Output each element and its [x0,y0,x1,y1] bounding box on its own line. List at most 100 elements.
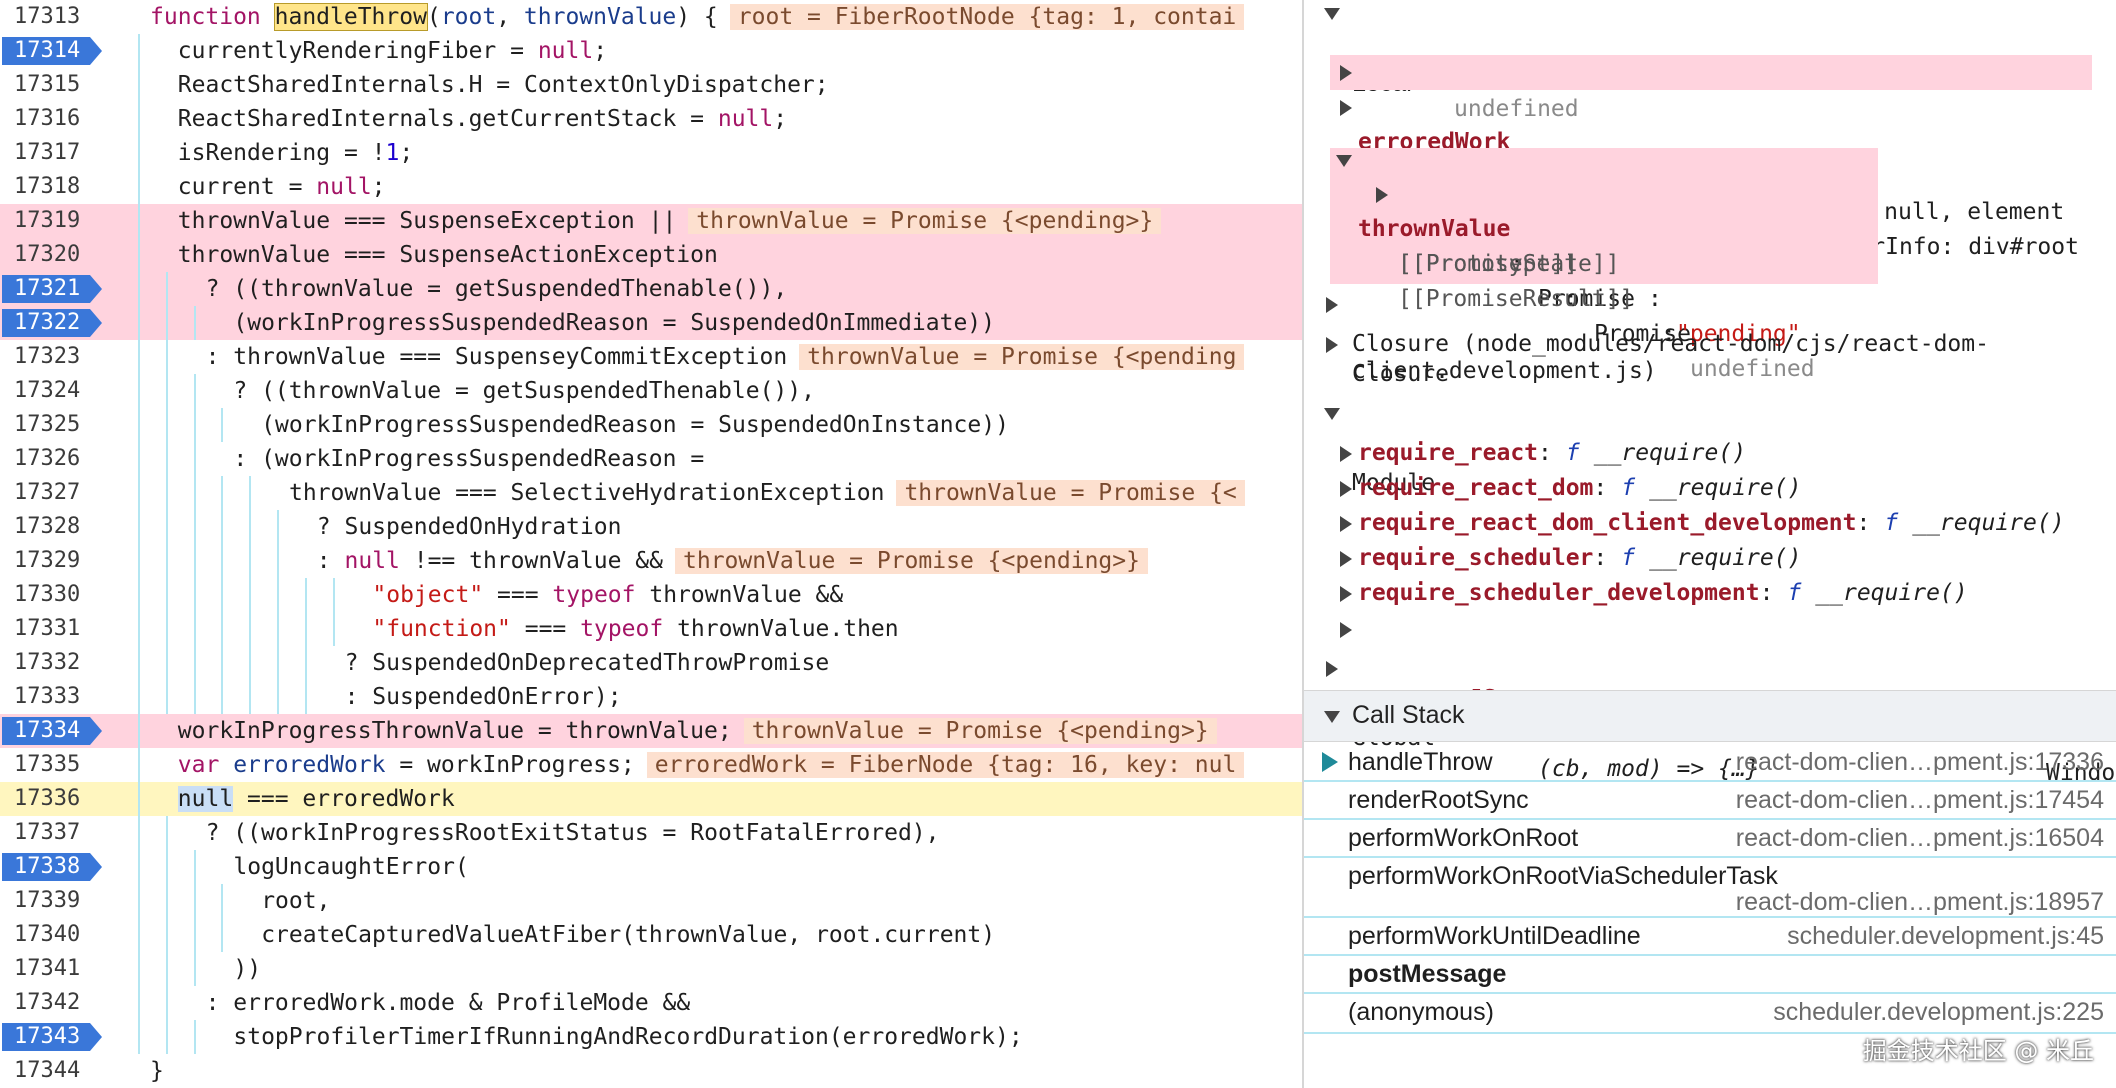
callstack-frame[interactable]: performWorkOnRootViaSchedulerTask react-d… [1304,858,2116,918]
line-gutter[interactable]: 17342 [0,986,108,1020]
code-token: null [537,38,594,64]
line-gutter[interactable]: 17313 [0,0,108,34]
scope-root-row[interactable]: root : FiberRootNode {tag: 1, containerI… [1304,90,2116,260]
indent-guide [138,170,140,204]
line-gutter[interactable]: 17314 [0,34,108,68]
code-line[interactable]: 17315 ReactSharedInternals.H = ContextOnl… [0,68,1302,102]
code-line[interactable]: 17328 ? SuspendedOnHydration [0,510,1302,544]
callstack-location[interactable]: scheduler.development.js:45 [1787,922,2104,951]
code-line[interactable]: 17322 (workInProgressSuspendedReason = Su… [0,306,1302,340]
line-gutter[interactable]: 17336 [0,782,108,816]
line-gutter[interactable]: 17329 [0,544,108,578]
function-glyph: f [1884,510,1899,536]
scope-erroredwork-row[interactable]: erroredWork : FiberNode {tag: 16, key: n… [1304,55,2116,225]
scope-module-item[interactable]: require_scheduler: f __require() [1304,541,2116,576]
line-gutter[interactable]: 17331 [0,612,108,646]
code-line[interactable]: 17327 thrownValue === SelectiveHydrationE… [0,476,1302,510]
scope-prototype-row[interactable]: [[Prototype]] : Promise [1304,177,2116,347]
callstack-frame[interactable]: renderRootSync react-dom-clien…pment.js:1… [1304,782,2116,820]
code-token: } [150,1058,164,1084]
scope-closure-header[interactable]: Closure [1304,287,2116,387]
line-gutter[interactable]: 17317 [0,136,108,170]
code-line[interactable]: 17334 workInProgressThrownValue = thrownV… [0,714,1302,748]
line-gutter[interactable]: 17327 [0,476,108,510]
callstack-frame[interactable]: performWorkUntilDeadline scheduler.develo… [1304,918,2116,956]
line-gutter[interactable]: 17337 [0,816,108,850]
code-line[interactable]: 17319 thrownValue === SuspenseException |… [0,204,1302,238]
line-gutter[interactable]: 17324 [0,374,108,408]
line-gutter[interactable]: 17319 [0,204,108,238]
line-gutter[interactable]: 17326 [0,442,108,476]
line-gutter[interactable]: 17328 [0,510,108,544]
line-gutter[interactable]: 17332 [0,646,108,680]
code-line[interactable]: 17325 (workInProgressSuspendedReason = Su… [0,408,1302,442]
scope-closure-module-header[interactable]: Closure (node_modules/react-dom/cjs/reac… [1304,327,2116,387]
callstack-location[interactable]: react-dom-clien…pment.js:17454 [1736,786,2104,815]
callstack-location[interactable]: react-dom-clien…pment.js:18957 [1736,888,2104,917]
scope-commonjs-row[interactable]: __commonJS : (cb, mod) => {…} [1304,612,2116,782]
line-gutter[interactable]: 17323 [0,340,108,374]
scope-thrownvalue-row[interactable]: thrownValue : Promise [1304,142,2116,312]
callstack-location[interactable]: react-dom-clien…pment.js:16504 [1736,824,2104,853]
code-line[interactable]: 17321 ? ((thrownValue = getSuspendedThena… [0,272,1302,306]
indent-guide [304,612,307,646]
scope-module-item[interactable]: require_react: f __require() [1304,436,2116,471]
code-line[interactable]: 17330 "object" === typeof thrownValue && [0,578,1302,612]
source-code-editor[interactable]: 17313 function handleThrow(root, thrownVa… [0,0,1302,1088]
code-line[interactable]: 17342: erroredWork.mode & ProfileMode && [0,986,1302,1020]
line-gutter[interactable]: 17338 [0,850,108,884]
code-line[interactable]: 17318 current = null; [0,170,1302,204]
callstack-frame[interactable]: performWorkOnRoot react-dom-clien…pment.j… [1304,820,2116,858]
code-line[interactable]: 17317 isRendering = !1; [0,136,1302,170]
line-gutter[interactable]: 17320 [0,238,108,272]
code-line[interactable]: 17333: SuspendedOnError); [0,680,1302,714]
scope-module-item[interactable]: require_react_dom: f __require() [1304,471,2116,506]
code-token: "function" [372,616,511,642]
code-line[interactable]: 17329: null !== thrownValue && thrownValu… [0,544,1302,578]
scope-global-header[interactable]: Global Windo [1304,651,2116,786]
code-line[interactable]: 17326: (workInProgressSuspendedReason = [0,442,1302,476]
line-gutter[interactable]: 17325 [0,408,108,442]
scope-module-header[interactable]: Module [1304,396,2116,496]
code-line[interactable]: 17340 createCapturedValueAtFiber(thrownVa… [0,918,1302,952]
callstack-header[interactable]: Call Stack [1304,690,2116,742]
line-gutter[interactable]: 17322 [0,306,108,340]
line-gutter[interactable]: 17341 [0,952,108,986]
code-line[interactable]: 17323: thrownValue === SuspenseyCommitEx… [0,340,1302,374]
callstack-location[interactable]: scheduler.development.js:225 [1773,998,2104,1027]
code-line[interactable]: 17336 null === erroredWork [0,782,1302,816]
callstack-frame[interactable]: (anonymous) scheduler.development.js:225 [1304,994,2116,1034]
line-gutter[interactable]: 17343 [0,1020,108,1054]
code-line[interactable]: 17343 stopProfilerTimerIfRunningAndRecord… [0,1020,1302,1054]
line-gutter[interactable]: 17315 [0,68,108,102]
line-gutter[interactable]: 17334 [0,714,108,748]
line-gutter[interactable]: 17339 [0,884,108,918]
callstack-frame[interactable]: postMessage [1304,956,2116,994]
code-line[interactable]: 17338 logUncaughtError( [0,850,1302,884]
line-gutter[interactable]: 17316 [0,102,108,136]
scope-module-item[interactable]: require_react_dom_client_development: f __… [1304,506,2116,541]
code-line[interactable]: 17335 var erroredWork = workInProgress; er… [0,748,1302,782]
line-gutter[interactable]: 17318 [0,170,108,204]
colon: : [1759,580,1774,606]
code-line[interactable]: 17320 thrownValue === SuspenseActionExcep… [0,238,1302,272]
code-line[interactable]: 17341)) [0,952,1302,986]
callstack-location[interactable]: react-dom-clien…pment.js:17336 [1736,748,2104,777]
code-line[interactable]: 17339 root, [0,884,1302,918]
line-gutter[interactable]: 17340 [0,918,108,952]
code-line[interactable]: 17332 ? SuspendedOnDeprecatedThrowPromise [0,646,1302,680]
line-gutter[interactable]: 17335 [0,748,108,782]
line-gutter[interactable]: 17333 [0,680,108,714]
code-line[interactable]: 17316 ReactSharedInternals.getCurrentStac… [0,102,1302,136]
code-line[interactable]: 17331 "function" === typeof thrownValue.t… [0,612,1302,646]
callstack-frame[interactable]: handleThrow react-dom-clien…pment.js:1733… [1304,744,2116,782]
line-gutter[interactable]: 17344 [0,1054,108,1088]
code-line[interactable]: 17314 currentlyRenderingFiber = null; [0,34,1302,68]
code-line[interactable]: 17313 function handleThrow(root, thrownVa… [0,0,1302,34]
line-gutter[interactable]: 17321 [0,272,108,306]
line-gutter[interactable]: 17330 [0,578,108,612]
code-line[interactable]: 17344} [0,1054,1302,1088]
code-line[interactable]: 17337 ? ((workInProgressRootExitStatus = … [0,816,1302,850]
code-line[interactable]: 17324 ? ((thrownValue = getSuspendedThena… [0,374,1302,408]
scope-module-item[interactable]: require_scheduler_development: f __require… [1304,576,2116,611]
